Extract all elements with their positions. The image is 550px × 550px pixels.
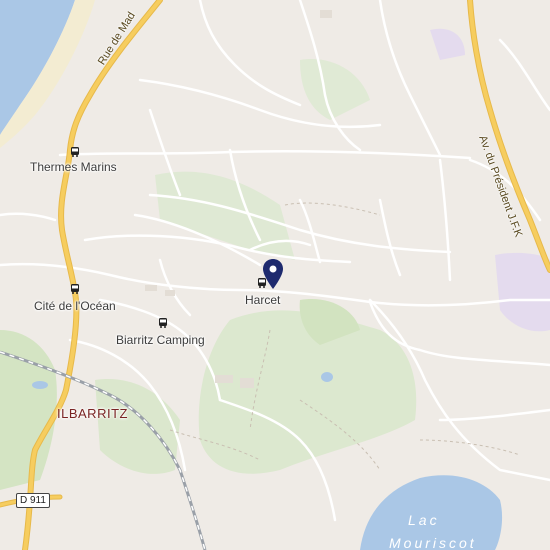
water-label: Mouriscot	[389, 535, 477, 550]
pond-area	[32, 381, 48, 389]
school-area	[430, 28, 465, 60]
road-shield: D 911	[16, 493, 50, 508]
park-area	[300, 59, 370, 120]
transit-stop-label[interactable]: Biarritz Camping	[116, 333, 205, 347]
bus-stop-icon[interactable]	[157, 317, 169, 329]
location-pin-icon[interactable]	[261, 258, 285, 290]
water-label: Lac	[408, 512, 440, 528]
pond-area	[321, 372, 333, 382]
transit-stop-label[interactable]: Thermes Marins	[30, 160, 117, 174]
transit-stop-label[interactable]: Cité de l'Océan	[34, 299, 116, 313]
transit-stop-label[interactable]: Harcet	[245, 293, 280, 307]
bus-stop-icon[interactable]	[69, 283, 81, 295]
map-canvas[interactable]: Rue de Mad Av. du Président J.F.K D 911 …	[0, 0, 550, 550]
bus-stop-icon[interactable]	[69, 146, 81, 158]
school-area	[495, 252, 550, 332]
place-label: ILBARRITZ	[57, 406, 128, 421]
